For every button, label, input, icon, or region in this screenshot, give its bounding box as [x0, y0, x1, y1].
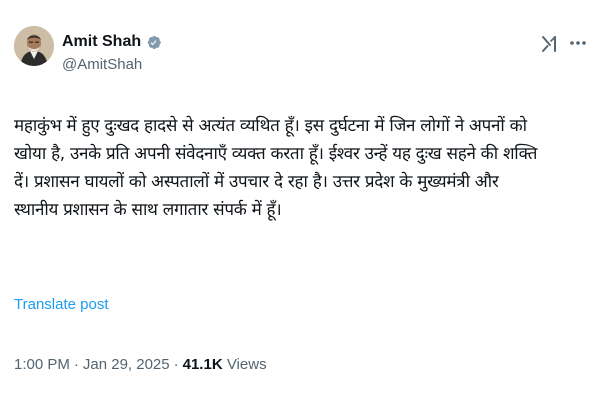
post-card: Amit Shah @AmitShah महाकुंभ में हुए दुःख…	[0, 0, 600, 400]
grok-icon[interactable]	[541, 35, 559, 53]
verified-badge-icon	[145, 34, 162, 51]
translate-post-link[interactable]: Translate post	[14, 296, 109, 313]
meta-separator: ·	[73, 356, 79, 373]
post-time[interactable]: 1:00 PM	[14, 356, 70, 373]
author-name[interactable]: Amit Shah	[62, 33, 141, 51]
post-text: महाकुंभ में हुए दुःखद हादसे से अत्यंत व्…	[14, 116, 538, 220]
author-handle[interactable]: @AmitShah	[62, 56, 142, 73]
views-count: 41.1K	[182, 356, 223, 373]
more-options-icon[interactable]	[568, 33, 588, 53]
avatar[interactable]	[14, 26, 54, 66]
avatar-image	[14, 26, 54, 66]
author-name-row[interactable]: Amit Shah	[62, 33, 162, 51]
meta-separator: ·	[173, 356, 179, 373]
views-label: Views	[226, 356, 267, 373]
post-metadata: 1:00 PM · Jan 29, 2025 · 41.1K Views	[14, 356, 267, 373]
post-date[interactable]: Jan 29, 2025	[83, 356, 170, 373]
